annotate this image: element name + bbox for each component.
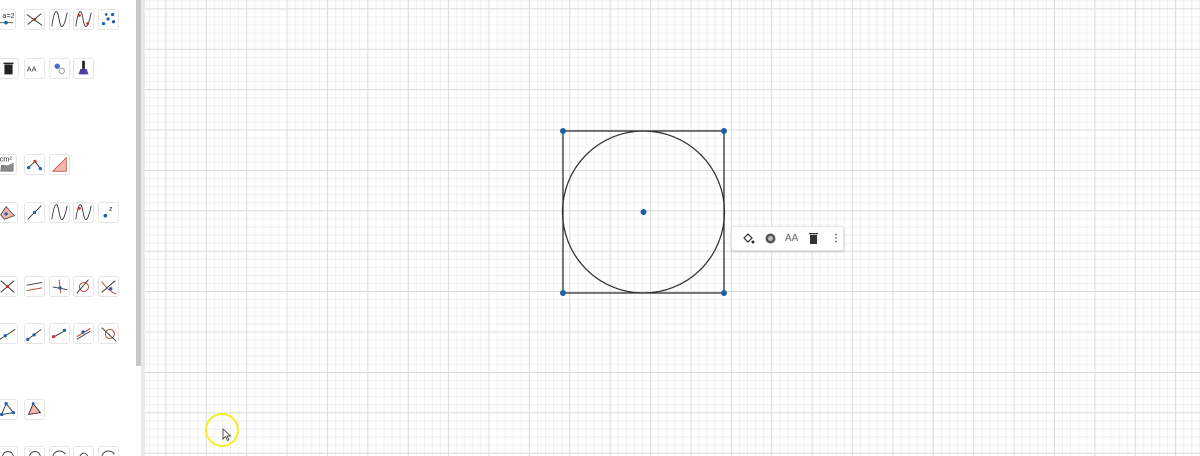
delete-icon — [809, 233, 818, 244]
text-size-button[interactable]: AA — [785, 230, 798, 247]
point-style-button[interactable] — [761, 230, 780, 247]
mouse-pointer-icon — [222, 428, 232, 441]
delete-button[interactable] — [804, 230, 823, 247]
vertex-point-bottom-right[interactable] — [721, 290, 727, 296]
fill-color-icon — [743, 233, 755, 244]
more-options-icon[interactable]: ⋮ — [831, 230, 841, 247]
vertex-point-bottom-left[interactable] — [560, 290, 566, 296]
construction — [560, 128, 727, 296]
point-style-icon — [765, 233, 776, 244]
vertex-point-top-right[interactable] — [721, 128, 727, 134]
vertex-point-top-left[interactable] — [560, 128, 566, 134]
center-point[interactable] — [640, 209, 647, 215]
style-bar: AA ⋮ — [731, 226, 844, 251]
fill-color-button[interactable] — [739, 230, 758, 247]
